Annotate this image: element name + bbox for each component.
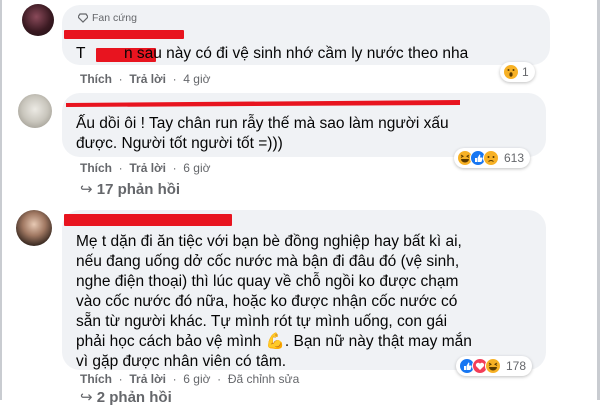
comment-text: T n sau này có đi vệ sinh nhớ cầm ly nướ… bbox=[76, 45, 469, 62]
comment-actions: Thích · Trả lời · 4 giờ bbox=[80, 72, 211, 86]
comment-text-line: vào cốc nước đó nữa, hoặc ko được nhận c… bbox=[76, 293, 458, 310]
redacted-name bbox=[66, 100, 460, 107]
comment-text-line: sẵn từ người khác. Tự mình rót tự mình u… bbox=[76, 313, 448, 330]
like-link[interactable]: Thích bbox=[80, 372, 112, 386]
view-replies-link[interactable]: ↪ 17 phản hồi bbox=[80, 180, 180, 198]
reaction-summary[interactable]: 613 bbox=[454, 148, 531, 168]
reaction-summary[interactable]: 178 bbox=[456, 356, 533, 376]
reaction-count: 613 bbox=[504, 151, 525, 165]
view-replies-link[interactable]: ↪ 2 phản hồi bbox=[80, 388, 172, 406]
like-link[interactable]: Thích bbox=[80, 161, 112, 175]
timestamp[interactable]: 4 giờ bbox=[183, 72, 210, 86]
reaction-summary[interactable]: 1 bbox=[500, 62, 535, 82]
fan-badge: Fan cứng bbox=[78, 12, 137, 24]
comment-actions: Thích · Trả lời · 6 giờ bbox=[80, 161, 211, 175]
timestamp[interactable]: 6 giờ bbox=[183, 372, 210, 386]
wow-reaction-icon bbox=[503, 64, 519, 80]
redacted-name bbox=[64, 214, 232, 226]
reply-link[interactable]: Trả lời bbox=[129, 372, 166, 386]
reaction-count: 178 bbox=[506, 359, 527, 373]
haha-reaction-icon bbox=[485, 358, 501, 374]
reply-link[interactable]: Trả lời bbox=[129, 72, 166, 86]
comment-actions: Thích · Trả lời · 6 giờ · Đã chỉnh sửa bbox=[80, 372, 300, 386]
badge-label: Fan cứng bbox=[92, 12, 137, 24]
comment-text-line: Mẹ t dặn đi ăn tiệc với bạn bè đồng nghi… bbox=[76, 233, 462, 250]
left-frame bbox=[0, 0, 12, 400]
redacted-name bbox=[64, 30, 184, 39]
reply-arrow-icon: ↪ bbox=[80, 389, 93, 406]
comment-text-line: được. Người tốt người tốt =))) bbox=[76, 135, 283, 152]
comment-text-line: Ấu dồi ôi ! Tay chân run rẫy thế mà sao … bbox=[76, 115, 449, 132]
comment-text-line: nếu đang uống dở cốc nước mà bận đi đâu … bbox=[76, 253, 460, 270]
comment-text-line: vì gặp được nhân viên có tâm. bbox=[76, 353, 287, 370]
reply-link[interactable]: Trả lời bbox=[129, 161, 166, 175]
reaction-count: 1 bbox=[522, 65, 529, 79]
comment-text-line: phải học cách bảo vệ mình 💪. Bạn nữ này … bbox=[76, 333, 472, 350]
comment-text-line: nghe điện thoại) thì lúc quay về chỗ ngồ… bbox=[76, 273, 459, 290]
avatar[interactable] bbox=[18, 94, 52, 128]
like-link[interactable]: Thích bbox=[80, 72, 112, 86]
reply-arrow-icon: ↪ bbox=[80, 181, 93, 198]
timestamp[interactable]: 6 giờ bbox=[183, 161, 210, 175]
sad-reaction-icon bbox=[483, 150, 499, 166]
right-scrollbar[interactable] bbox=[592, 0, 600, 400]
avatar[interactable] bbox=[22, 4, 54, 36]
diamond-icon bbox=[78, 13, 88, 23]
edited-label: Đã chỉnh sửa bbox=[227, 372, 300, 386]
avatar[interactable] bbox=[16, 210, 52, 246]
